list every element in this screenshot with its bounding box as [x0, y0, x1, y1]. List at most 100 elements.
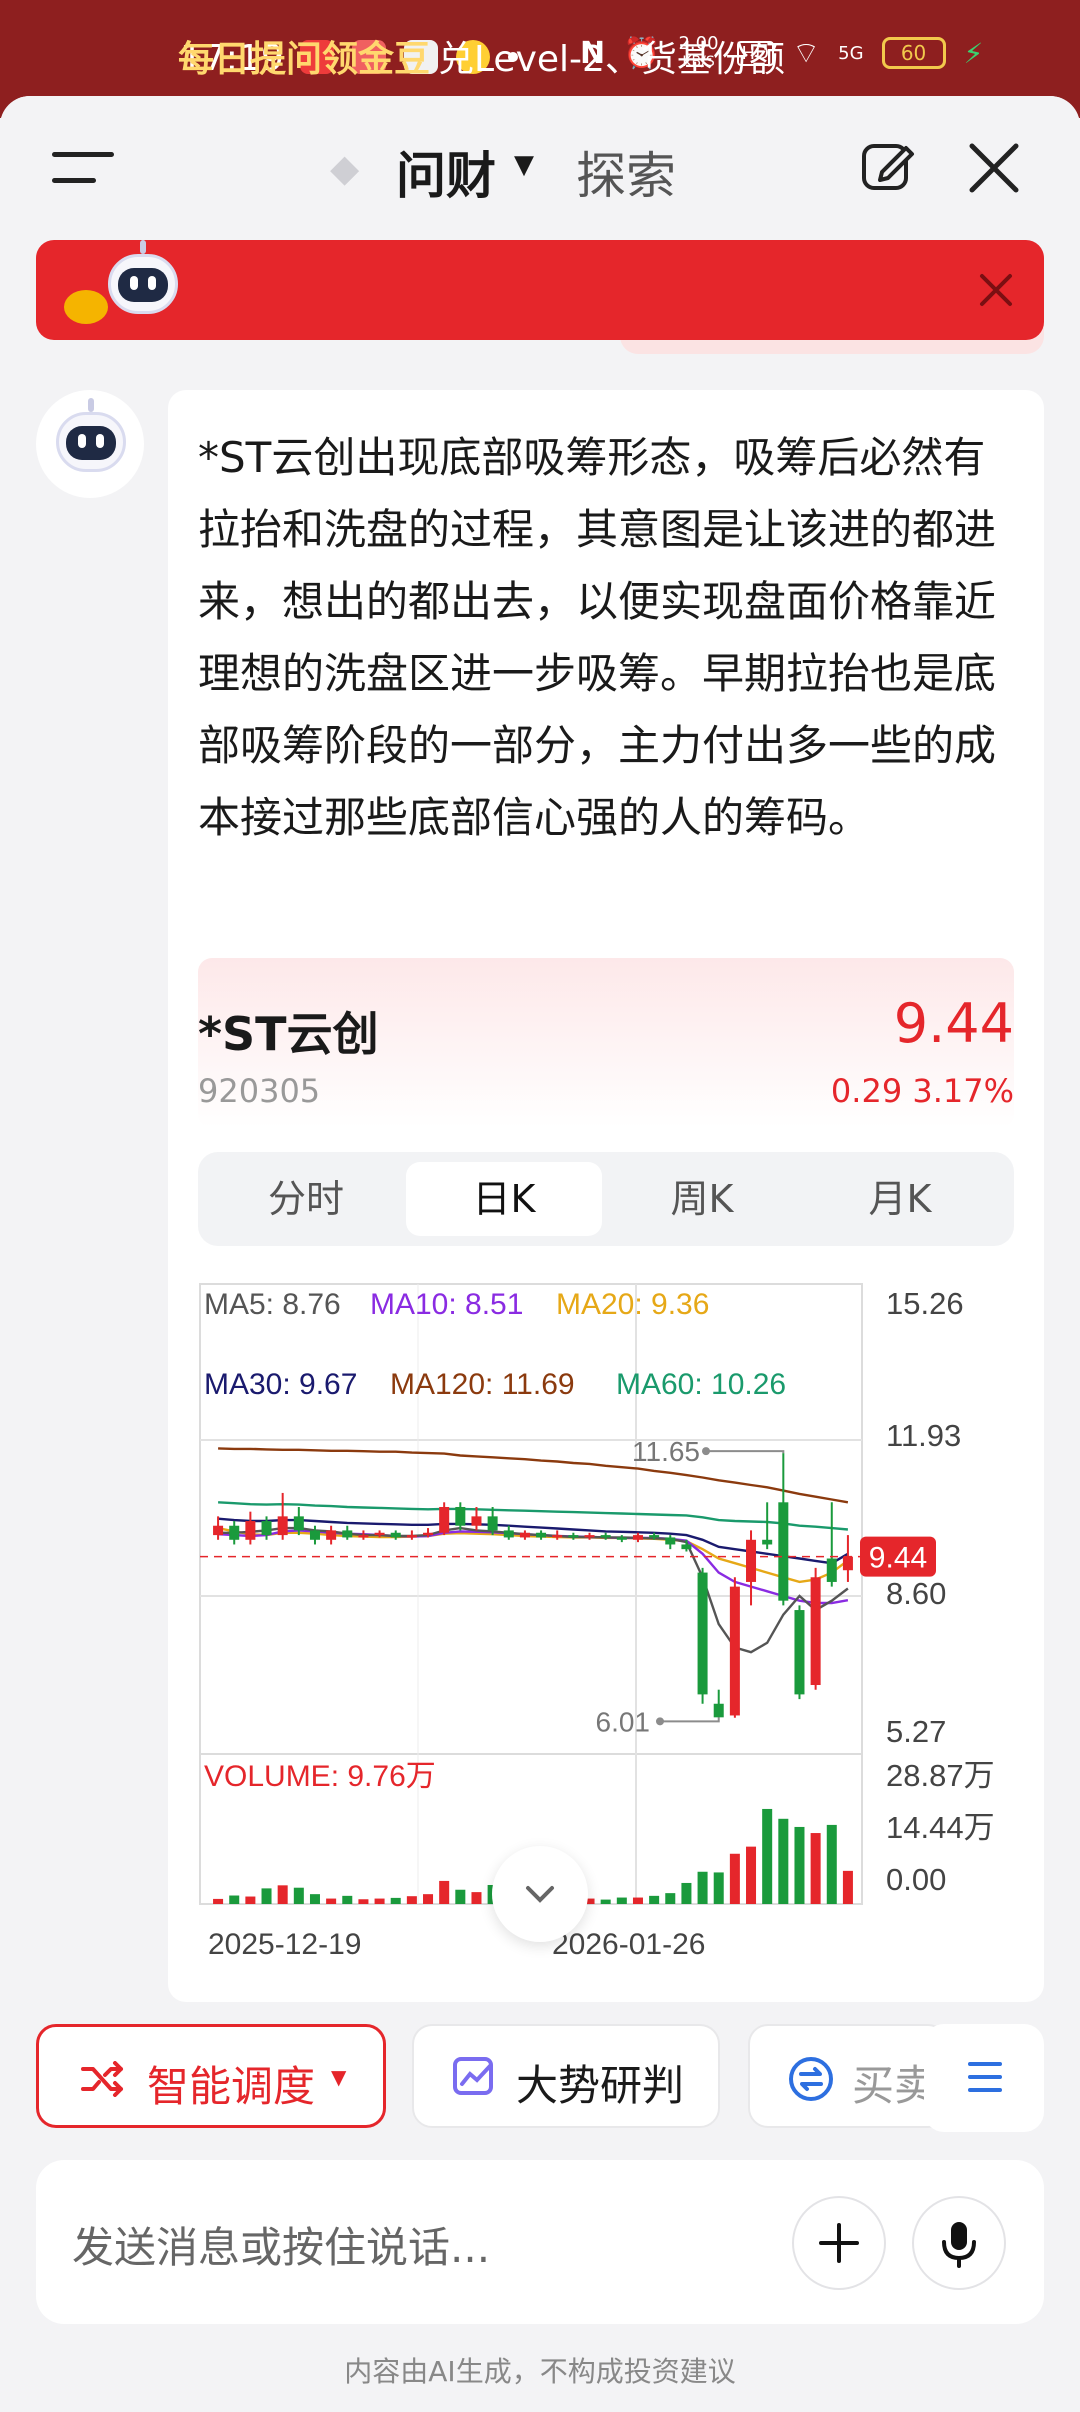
price-axis-label: 11.93: [886, 1418, 961, 1453]
kline-period-tabs: 分时 日K 周K 月K: [198, 1152, 1014, 1246]
volume-bar: [697, 1871, 708, 1904]
low-marker-line: [660, 1717, 720, 1723]
list-menu-icon: [968, 2062, 1002, 2092]
ai-disclaimer: 内容由AI生成，不构成投资建议: [344, 2355, 736, 2388]
candle-body: [810, 1577, 821, 1686]
menu-icon[interactable]: [52, 148, 116, 188]
candle-body: [681, 1544, 692, 1550]
ma-legend-label: MA30: 9.67: [204, 1368, 357, 1401]
message-input[interactable]: 发送消息或按住说话...: [72, 2214, 490, 2275]
voice-button[interactable]: [912, 2196, 1006, 2290]
candle-body: [213, 1525, 224, 1536]
candle-body: [649, 1535, 660, 1538]
volume-bar: [649, 1895, 660, 1904]
x-axis-label: 2025-12-19: [208, 1928, 361, 1961]
tab-monthly-k[interactable]: 月K: [802, 1162, 998, 1236]
candle-body: [471, 1516, 482, 1526]
volume-bar: [213, 1898, 224, 1904]
bot-avatar: [36, 390, 144, 498]
volume-bar: [600, 1899, 611, 1904]
tab-intraday[interactable]: 分时: [208, 1162, 404, 1236]
volume-bar: [665, 1893, 676, 1904]
volume-bar: [277, 1885, 288, 1904]
candle-body: [697, 1572, 708, 1695]
more-actions-button[interactable]: [924, 2024, 1044, 2132]
caret-down-icon: ▼: [331, 2065, 347, 2089]
ma-legend-label: MA60: 10.26: [616, 1368, 786, 1401]
candle-body: [293, 1516, 304, 1531]
current-price-label: 9.44: [869, 1542, 927, 1575]
ma-legend-label: MA120: 11.69: [390, 1368, 575, 1401]
volume-bar: [390, 1897, 401, 1904]
candle-body: [326, 1530, 337, 1540]
ma-legend-label: MA10: 8.51: [370, 1288, 523, 1321]
chevron-down-icon: [526, 1886, 554, 1903]
chip-label: 智能调度: [147, 2062, 316, 2111]
trend-chart-icon: [453, 2057, 493, 2095]
low-price-label: 6.01: [596, 1706, 651, 1737]
volume-axis-label: 28.87万: [886, 1758, 995, 1793]
banner-highlight: 每日提问领金豆: [178, 39, 431, 80]
volume-bar: [293, 1887, 304, 1904]
charging-icon: ⚡: [963, 36, 984, 70]
tab-explore[interactable]: 探索: [576, 136, 676, 208]
high-marker-line: [706, 1450, 785, 1454]
buy-sell-chip[interactable]: 买卖: [748, 2024, 948, 2128]
quick-actions: 智能调度 ▼ 大势研判 买卖: [0, 2020, 1080, 2136]
volume-bar: [439, 1880, 450, 1904]
close-icon[interactable]: [966, 140, 1022, 196]
candle-body: [519, 1532, 530, 1538]
smart-dispatch-chip[interactable]: 智能调度 ▼: [36, 2024, 386, 2128]
candle-body: [455, 1506, 466, 1526]
volume-bar: [842, 1870, 853, 1904]
volume-bar: [778, 1818, 789, 1904]
ma-line-ma60: [218, 1501, 849, 1531]
candle-body: [616, 1537, 627, 1540]
volume-bar: [309, 1894, 320, 1904]
volume-bar: [746, 1846, 757, 1904]
candle-body: [778, 1502, 789, 1601]
volume-bar: [423, 1894, 434, 1904]
candle-body: [665, 1537, 676, 1545]
volume-bar: [826, 1824, 837, 1904]
tab-wencai[interactable]: 问财: [396, 136, 496, 208]
stock-price: 9.44: [893, 992, 1014, 1055]
caret-down-icon[interactable]: ▼: [514, 150, 534, 180]
volume-bar: [762, 1808, 773, 1904]
candle-body: [794, 1610, 805, 1695]
candle-body: [842, 1556, 853, 1571]
kline-chart[interactable]: 9.44 11.65 6.01 MA5: 8.76 MA10: 8.51 MA20: 9.…: [198, 1280, 1060, 1980]
promo-banner[interactable]: [36, 240, 1044, 340]
robot-mascot-icon: [98, 240, 188, 326]
candle-body: [245, 1521, 256, 1540]
volume-bar: [229, 1895, 240, 1904]
candle-body: [406, 1535, 417, 1538]
scroll-down-button[interactable]: [492, 1846, 588, 1942]
candle-body: [439, 1506, 450, 1533]
candle-body: [568, 1535, 579, 1538]
volume-bar: [681, 1882, 692, 1904]
ma-legend-label: MA20: 9.36: [556, 1288, 709, 1321]
plus-icon: [819, 2223, 859, 2263]
candle-body: [552, 1535, 563, 1538]
banner-text: 兑Level-2、货基份额: [438, 39, 785, 80]
volume-bar: [261, 1888, 272, 1904]
message-text: *ST云创出现底部吸筹形态，吸筹后必然有拉抬和洗盘的过程，其意图是让该进的都进来…: [198, 433, 997, 842]
candle-body: [713, 1703, 724, 1718]
edit-icon[interactable]: [860, 138, 916, 194]
ma-legend-label: MA5: 8.76: [204, 1288, 341, 1321]
candle-body: [261, 1521, 272, 1536]
volume-bar: [471, 1892, 482, 1904]
add-button[interactable]: [792, 2196, 886, 2290]
tab-weekly-k[interactable]: 周K: [604, 1162, 800, 1236]
volume-bar: [406, 1896, 417, 1904]
stock-change: 0.29 3.17%: [830, 1072, 1014, 1110]
stock-name: *ST云创: [198, 1007, 379, 1061]
banner-close-icon[interactable]: [976, 270, 1016, 310]
candle-body: [729, 1586, 740, 1716]
tab-daily-k[interactable]: 日K: [406, 1162, 602, 1236]
candle-body: [374, 1532, 385, 1536]
volume-bar: [374, 1898, 385, 1904]
market-analysis-chip[interactable]: 大势研判: [412, 2024, 720, 2128]
volume-axis-label: 14.44万: [886, 1810, 995, 1845]
